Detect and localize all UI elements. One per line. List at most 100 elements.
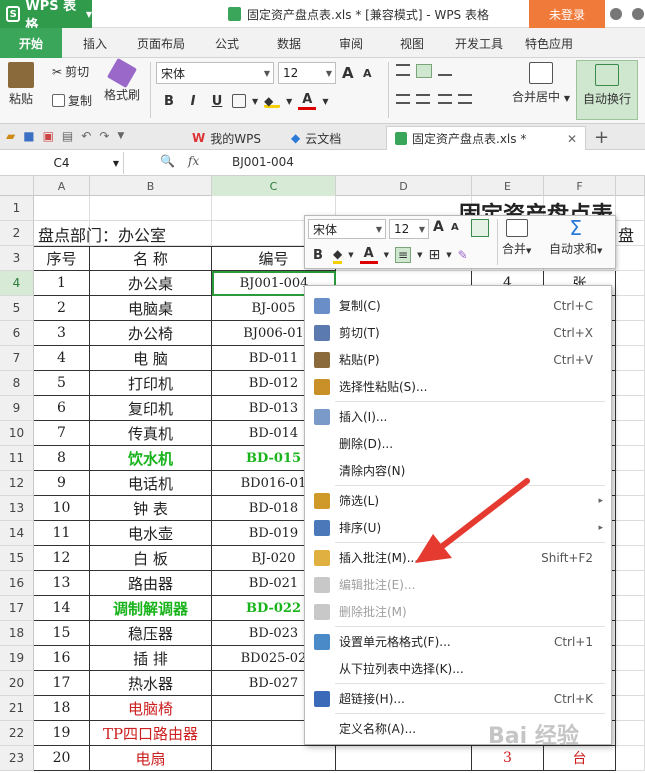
mini-bold-button[interactable]: B xyxy=(309,248,327,263)
context-menu-item[interactable]: 筛选(L) ▸ xyxy=(305,487,611,514)
column-header[interactable] xyxy=(616,176,645,196)
cell-d[interactable] xyxy=(336,746,472,771)
undo-icon[interactable]: ↶ xyxy=(81,129,91,143)
row-index[interactable]: 11 xyxy=(34,521,90,546)
grid-cell[interactable] xyxy=(616,621,645,646)
align-bottom-icon[interactable] xyxy=(438,64,452,76)
column-header[interactable]: F xyxy=(544,176,616,196)
row-header[interactable]: 6 xyxy=(0,321,34,346)
font-size-select[interactable]: 12 ▼ xyxy=(278,62,336,84)
grid-cell[interactable] xyxy=(616,596,645,621)
zoom-icon[interactable]: 🔍 xyxy=(160,154,175,168)
row-header[interactable]: 9 xyxy=(0,396,34,421)
row-header[interactable]: 21 xyxy=(0,696,34,721)
context-menu-item[interactable]: 从下拉列表中选择(K)... xyxy=(305,655,611,682)
tab-my-wps[interactable]: W 我的WPS xyxy=(184,126,269,150)
row-index[interactable]: 5 xyxy=(34,371,90,396)
item-name[interactable]: 饮水机 xyxy=(90,446,212,471)
mini-format-icon[interactable] xyxy=(471,219,489,237)
column-header[interactable]: D xyxy=(336,176,472,196)
app-menu-button[interactable]: S WPS 表格 ▼ xyxy=(0,0,92,33)
item-code[interactable] xyxy=(212,746,336,771)
menu-formulas[interactable]: 公式 xyxy=(215,28,239,58)
print-preview-icon[interactable]: ▤ xyxy=(62,129,73,143)
underline-button[interactable]: U xyxy=(208,94,226,109)
row-header[interactable]: 14 xyxy=(0,521,34,546)
row-header[interactable]: 2 xyxy=(0,221,34,246)
row-header[interactable]: 17 xyxy=(0,596,34,621)
skin-icon[interactable] xyxy=(610,8,622,20)
grid-cell[interactable] xyxy=(616,271,645,296)
context-menu-item[interactable]: 选择性粘贴(S)... xyxy=(305,373,611,400)
row-header[interactable]: 11 xyxy=(0,446,34,471)
menu-view[interactable]: 视图 xyxy=(400,28,424,58)
save-icon[interactable]: ■ xyxy=(23,129,34,143)
shrink-font-button[interactable]: A xyxy=(363,67,372,80)
mini-font-select[interactable]: 宋体 ▼ xyxy=(308,219,386,239)
menu-developer[interactable]: 开发工具 xyxy=(455,28,503,58)
grid-cell[interactable] xyxy=(616,646,645,671)
row-index[interactable]: 18 xyxy=(34,696,90,721)
grid-cell[interactable] xyxy=(616,571,645,596)
row-index[interactable]: 7 xyxy=(34,421,90,446)
mini-grow-font-button[interactable]: A xyxy=(433,219,444,235)
row-header[interactable]: 7 xyxy=(0,346,34,371)
grow-font-button[interactable]: A xyxy=(342,64,354,82)
row-header[interactable]: 8 xyxy=(0,371,34,396)
align-center-icon[interactable] xyxy=(416,94,430,104)
context-menu-item[interactable]: 删除(D)... xyxy=(305,430,611,457)
mini-fill-color-icon[interactable]: ◆ xyxy=(333,247,343,264)
row-header[interactable]: 22 xyxy=(0,721,34,746)
context-menu-item[interactable]: 设置单元格格式(F)... Ctrl+1 xyxy=(305,628,611,655)
italic-button[interactable]: I xyxy=(184,94,202,109)
item-name[interactable]: 稳压器 xyxy=(90,621,212,646)
grid-cell[interactable] xyxy=(616,446,645,471)
row-header[interactable]: 12 xyxy=(0,471,34,496)
row-header[interactable]: 3 xyxy=(0,246,34,271)
row-index[interactable]: 4 xyxy=(34,346,90,371)
row-index[interactable]: 3 xyxy=(34,321,90,346)
wrap-text-button[interactable]: 自动换行 xyxy=(576,60,638,120)
item-name[interactable]: TP四口路由器 xyxy=(90,721,212,746)
redo-icon[interactable]: ↷ xyxy=(99,129,109,143)
fill-color-icon[interactable]: ◆ xyxy=(264,94,281,108)
mini-brush-icon[interactable]: ✎ xyxy=(458,248,468,262)
item-name[interactable]: 插 排 xyxy=(90,646,212,671)
align-middle-icon[interactable] xyxy=(416,64,432,78)
login-button[interactable]: 未登录 xyxy=(529,0,605,28)
copy-button[interactable]: 复制 xyxy=(52,92,92,109)
justify-icon[interactable] xyxy=(458,94,472,104)
row-index[interactable]: 13 xyxy=(34,571,90,596)
context-menu-item[interactable]: 清除内容(N) xyxy=(305,457,611,484)
folder-icon[interactable]: ▰ xyxy=(6,129,15,143)
mini-border-icon[interactable]: ⊞ xyxy=(428,247,440,263)
item-name[interactable]: 办公椅 xyxy=(90,321,212,346)
font-color-icon[interactable]: A xyxy=(298,92,317,110)
merge-center-button[interactable]: 合并居中 ▼ xyxy=(512,62,570,105)
row-index[interactable]: 17 xyxy=(34,671,90,696)
mini-align-center-icon[interactable]: ≡ xyxy=(395,247,412,263)
row-header[interactable]: 20 xyxy=(0,671,34,696)
item-name[interactable]: 电扇 xyxy=(90,746,212,771)
grid-cell[interactable] xyxy=(616,421,645,446)
align-top-icon[interactable] xyxy=(396,64,410,76)
column-header[interactable]: B xyxy=(90,176,212,196)
row-index[interactable]: 8 xyxy=(34,446,90,471)
context-menu-item[interactable]: 剪切(T) Ctrl+X xyxy=(305,319,611,346)
mini-size-select[interactable]: 12 ▼ xyxy=(389,219,429,239)
chevron-down-icon[interactable]: ▼ xyxy=(117,131,124,141)
row-index[interactable]: 6 xyxy=(34,396,90,421)
row-index[interactable]: 14 xyxy=(34,596,90,621)
new-tab-button[interactable]: + xyxy=(594,127,609,148)
item-name[interactable]: 调制解调器 xyxy=(90,596,212,621)
item-name[interactable]: 电话机 xyxy=(90,471,212,496)
grid-cell[interactable] xyxy=(616,496,645,521)
paste-button[interactable]: 粘贴 xyxy=(8,62,34,107)
row-header[interactable]: 23 xyxy=(0,746,34,771)
column-header[interactable]: A xyxy=(34,176,90,196)
menu-data[interactable]: 数据 xyxy=(277,28,301,58)
mini-autosum-button[interactable]: Σ 自动求和▼ xyxy=(549,218,602,257)
border-icon[interactable] xyxy=(232,94,246,108)
row-header[interactable]: 18 xyxy=(0,621,34,646)
row-header[interactable]: 10 xyxy=(0,421,34,446)
